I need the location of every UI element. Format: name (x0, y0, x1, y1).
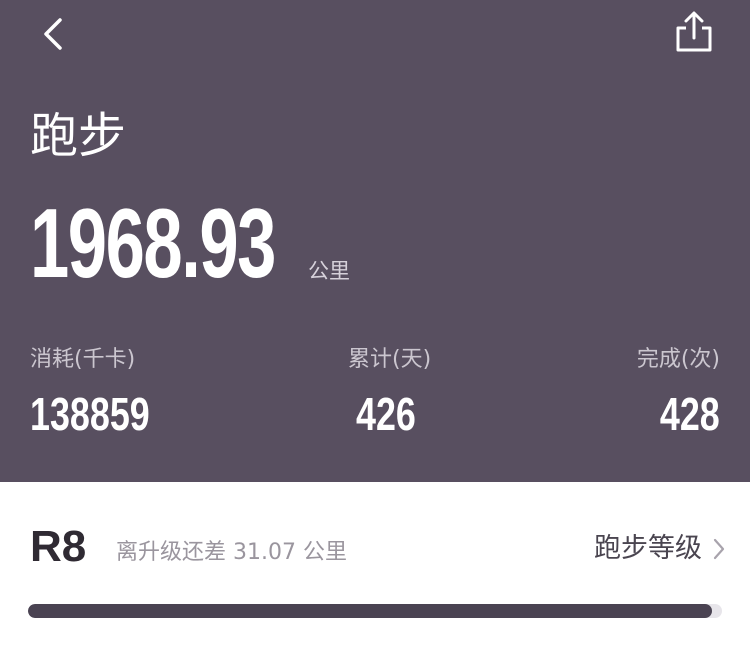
calories-value: 138859 (30, 388, 150, 440)
level-progress-bar (28, 604, 722, 618)
page-title: 跑步 (30, 108, 127, 164)
running-level-link[interactable]: 跑步等级 (594, 532, 726, 566)
running-level-section: R8 离升级还差 31.07 公里 跑步等级 (0, 482, 750, 657)
summary-header: 跑步 1968.93 公里 消耗(千卡) 累计(天) 完成(次) 138859 … (0, 0, 750, 482)
completions-label: 完成(次) (636, 347, 720, 372)
share-icon (676, 11, 712, 52)
days-label: 累计(天) (348, 347, 432, 372)
days-value: 426 (356, 388, 416, 440)
total-distance-value: 1968.93 (30, 188, 276, 298)
share-button[interactable] (672, 10, 716, 54)
level-progress-fill (28, 604, 712, 618)
chevron-right-icon (713, 538, 725, 560)
running-level-link-label: 跑步等级 (594, 533, 702, 564)
completions-value: 428 (660, 388, 720, 440)
total-distance-unit: 公里 (308, 259, 350, 283)
level-remaining-text: 离升级还差 31.07 公里 (116, 540, 347, 565)
level-badge: R8 (30, 522, 87, 571)
calories-label: 消耗(千卡) (30, 347, 136, 372)
back-button[interactable] (36, 14, 76, 54)
chevron-left-icon (44, 18, 62, 50)
